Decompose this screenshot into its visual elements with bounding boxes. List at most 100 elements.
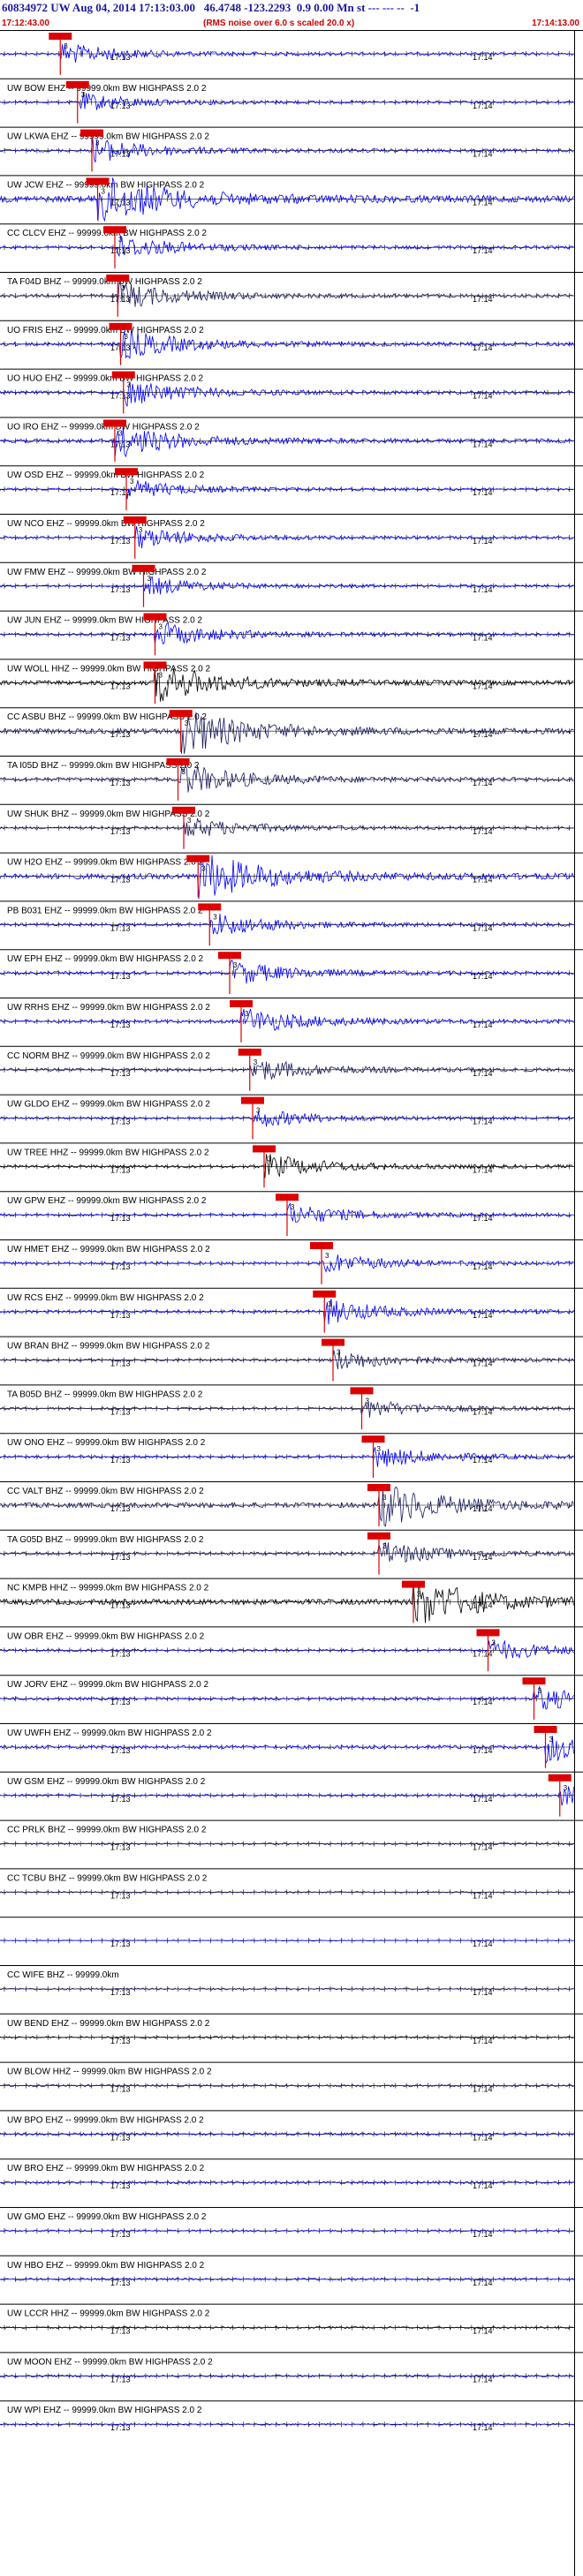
- channel-label: CC PRLK BHZ -- 99999.0km BW HIGHPASS 2.0…: [7, 1826, 207, 1835]
- pick-label: 3: [159, 671, 163, 679]
- channel-row: PB B031 EHZ -- 99999.0km BW HIGHPASS 2.0…: [0, 900, 583, 946]
- channel-row: CC PRLK BHZ -- 99999.0km BW HIGHPASS 2.0…: [0, 1819, 583, 1852]
- channel-row: UW RRHS EHZ -- 99999.0km BW HIGHPASS 2.0…: [0, 998, 583, 1043]
- channel-row: UW LKWA EHZ -- 99999.0km BW HIGHPASS 2.0…: [0, 126, 583, 172]
- time-tick-label: 17:14: [473, 1940, 493, 1948]
- channel-row: UO FRIS EHZ -- 99999.0km BW HIGHPASS 2.0…: [0, 320, 583, 365]
- channel-row: UW OSD EHZ -- 99999.0km BW HIGHPASS 2.0 …: [0, 465, 583, 510]
- channel-label: UW OSD EHZ -- 99999.0km BW HIGHPASS 2.0 …: [7, 471, 205, 480]
- pick-label: 3: [564, 1784, 568, 1792]
- pick-marker: [109, 322, 132, 330]
- channel-row: UW JUN EHZ -- 99999.0km BW HIGHPASS 2.0 …: [0, 610, 583, 656]
- pick-marker: [238, 1048, 261, 1056]
- pick-label: 3: [182, 768, 186, 776]
- channel-label: UW RRHS EHZ -- 99999.0km BW HIGHPASS 2.0…: [7, 1003, 210, 1013]
- pick-label: 3: [382, 1494, 387, 1502]
- pick-marker: [313, 1290, 337, 1298]
- channel-row: UW RCS EHZ -- 99999.0km BW HIGHPASS 2.0 …: [0, 1287, 583, 1333]
- pick-label: 3: [417, 1591, 421, 1599]
- time-tick-label: 17:13: [110, 1649, 131, 1658]
- pick-marker: [350, 1387, 374, 1395]
- pick-marker: [241, 1096, 264, 1104]
- channel-row: UW BOW EHZ -- 99999.0km BW HIGHPASS 2.0 …: [0, 78, 583, 124]
- pick-label: 3: [127, 381, 132, 389]
- channel-row: UW ONO EHZ -- 99999.0km BW HIGHPASS 2.0 …: [0, 1433, 583, 1478]
- channel-row: TA G05D BHZ -- 99999.0km BW HIGHPASS 2.0…: [0, 1529, 583, 1575]
- pick-label: 3: [121, 284, 125, 292]
- channel-row: TA B05D BHZ -- 99999.0km BW HIGHPASS 2.0…: [0, 1384, 583, 1430]
- channel-label: UW GMO EHZ -- 99999.0km BW HIGHPASS 2.0 …: [7, 2212, 207, 2222]
- time-tick-label: 17:14: [473, 1601, 493, 1610]
- pick-marker: [476, 1629, 500, 1637]
- pick-label: 3: [328, 1300, 332, 1308]
- pick-label: 3: [148, 575, 152, 583]
- pick-marker: [322, 1338, 344, 1346]
- channel-row: UW BPO EHZ -- 99999.0km BW HIGHPASS 2.0 …: [0, 2110, 583, 2142]
- channel-row: UO HUO EHZ -- 99999.0km BW HIGHPASS 2.0 …: [0, 368, 583, 414]
- time-tick-label: 17:13: [110, 923, 131, 932]
- pick-label: 3: [549, 1736, 554, 1744]
- pick-marker: [106, 275, 130, 282]
- pick-marker: [111, 371, 135, 379]
- channel-label: TA B05D BHZ -- 99999.0km BW HIGHPASS 2.0…: [7, 1390, 203, 1399]
- pick-label: 3: [187, 817, 192, 825]
- channel-label: UW BPO EHZ -- 99999.0km BW HIGHPASS 2.0 …: [7, 2115, 204, 2125]
- channel-label: UW HMET EHZ -- 99999.0km BW HIGHPASS 2.0…: [7, 1245, 210, 1254]
- channel-label: UW FMW EHZ -- 99999.0km BW HIGHPASS 2.0 …: [7, 568, 207, 577]
- channel-row: CC WIFE BHZ -- 99999.0km17:13 17:14: [0, 1965, 583, 1997]
- channel-label: UW BEND EHZ -- 99999.0km BW HIGHPASS 2.0…: [7, 2019, 210, 2029]
- time-tick-label: 17:13: [110, 972, 131, 981]
- pick-label: 3: [95, 139, 100, 147]
- pick-label: 3: [130, 478, 134, 486]
- channel-label: UW GLDO EHZ -- 99999.0km BW HIGHPASS 2.0…: [7, 1100, 210, 1110]
- channel-row: UW BRO EHZ -- 99999.0km BW HIGHPASS 2.0 …: [0, 2158, 583, 2190]
- time-tick-label: 17:14: [473, 634, 493, 643]
- channel-label: UW JORV EHZ -- 99999.0km BW HIGHPASS 2.0…: [7, 1680, 208, 1690]
- channel-row: UW BRAN BHZ -- 99999.0km BW HIGHPASS 2.0…: [0, 1336, 583, 1382]
- pick-marker: [143, 661, 167, 669]
- channel-row: UW OBR EHZ -- 99999.0km BW HIGHPASS 2.0 …: [0, 1626, 583, 1672]
- channel-row: UW H2O EHZ -- 99999.0km BW HIGHPASS 2.0 …: [0, 852, 583, 900]
- pick-marker: [402, 1580, 425, 1588]
- channel-label: UW WOLL HHZ -- 99999.0km BW HIGHPASS 2.0…: [7, 664, 210, 674]
- channel-label: UW ONO EHZ -- 99999.0km BW HIGHPASS 2.0 …: [7, 1438, 206, 1448]
- time-tick-label: 17:13: [110, 1988, 131, 1997]
- event-title: 60834972 UW Aug 04, 2014 17:13:03.00 46.…: [2, 1, 420, 14]
- channel-label: UW JUN EHZ -- 99999.0km BW HIGHPASS 2.0 …: [7, 616, 202, 626]
- pick-marker: [310, 1242, 333, 1249]
- channel-row: CC NORM BHZ -- 99999.0km BW HIGHPASS 2.0…: [0, 1045, 583, 1091]
- channel-row: UW SHUK BHZ -- 99999.0km BW HIGHPASS 2.0…: [0, 803, 583, 849]
- time-tick-label: 17:14: [473, 1214, 493, 1223]
- channel-row: UW UWFH EHZ -- 99999.0km BW HIGHPASS 2.0…: [0, 1723, 583, 1768]
- channel-row: UW NCO EHZ -- 99999.0km BW HIGHPASS 2.0 …: [0, 514, 583, 559]
- channel-label: UW GSM EHZ -- 99999.0km BW HIGHPASS 2.0 …: [7, 1777, 206, 1787]
- pick-label: 3: [291, 1203, 295, 1211]
- channel-row: 17:13 17:143: [0, 30, 583, 75]
- channel-label: UW HBO EHZ -- 99999.0km BW HIGHPASS 2.0 …: [7, 2261, 205, 2271]
- channel-row: UW FMW EHZ -- 99999.0km BW HIGHPASS 2.0 …: [0, 561, 583, 607]
- channel-label: CC WIFE BHZ -- 99999.0km: [7, 1970, 119, 1980]
- pick-label: 3: [125, 333, 129, 341]
- time-tick-label: 17:14: [473, 730, 493, 739]
- pick-marker: [198, 903, 222, 911]
- pick-label: 3: [102, 187, 106, 195]
- pick-marker: [186, 855, 210, 862]
- channel-row: CC ASBU BHZ -- 99999.0km BW HIGHPASS 2.0…: [0, 707, 583, 755]
- time-tick-label: 17:13: [110, 537, 131, 546]
- pick-marker: [132, 564, 155, 572]
- time-tick-label: 17:14: [473, 876, 493, 885]
- time-tick-label: 17:14: [473, 1698, 493, 1706]
- channel-label: UW UWFH EHZ -- 99999.0km BW HIGHPASS 2.0…: [7, 1729, 212, 1738]
- channel-row: UW HMET EHZ -- 99999.0km BW HIGHPASS 2.0…: [0, 1239, 583, 1284]
- time-tick-label: 17:14: [473, 682, 493, 690]
- channel-row: UW LCCR HHZ -- 99999.0km BW HIGHPASS 2.0…: [0, 2303, 583, 2336]
- channel-row: UW MOON EHZ -- 99999.0km BW HIGHPASS 2.0…: [0, 2352, 583, 2384]
- channel-label: TA G05D BHZ -- 99999.0km BW HIGHPASS 2.0…: [7, 1535, 204, 1545]
- time-tick-label: 17:13: [110, 1940, 131, 1948]
- pick-label: 3: [377, 1445, 382, 1453]
- pick-label: 3: [254, 1058, 258, 1066]
- time-tick-label: 17:14: [473, 923, 493, 932]
- channel-label: UW MOON EHZ -- 99999.0km BW HIGHPASS 2.0…: [7, 2357, 213, 2367]
- end-time: 17:14:13.00: [532, 19, 579, 28]
- channel-row: UW JORV EHZ -- 99999.0km BW HIGHPASS 2.0…: [0, 1675, 583, 1720]
